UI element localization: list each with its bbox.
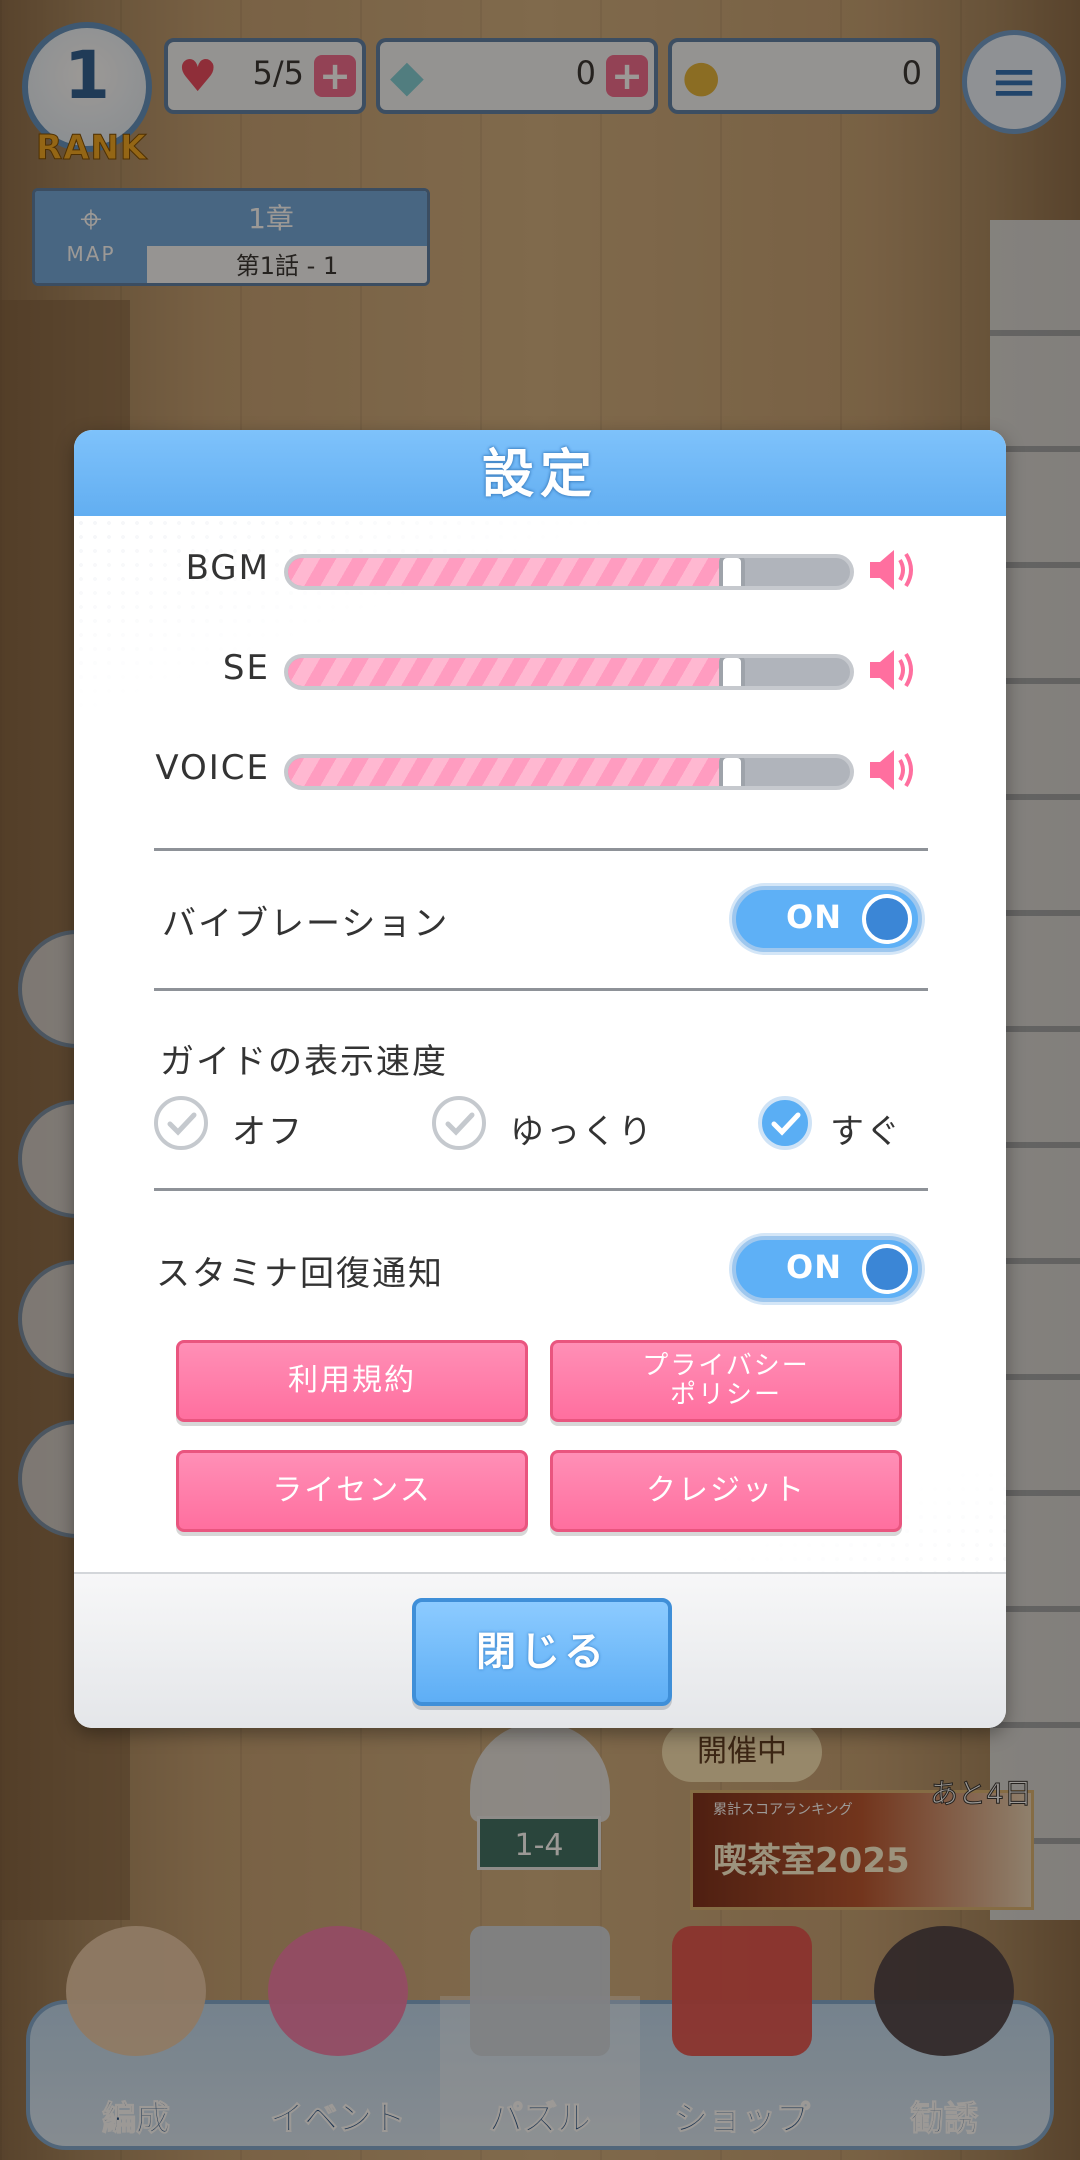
slider-fill <box>288 658 732 686</box>
dialog-header: 設定 <box>74 430 1006 516</box>
privacy-policy-button[interactable]: プライバシー ポリシー <box>550 1340 902 1422</box>
slider-fill <box>288 758 732 786</box>
speaker-icon[interactable] <box>866 746 920 794</box>
guide-speed-off-radio[interactable] <box>154 1096 208 1150</box>
slider-handle[interactable] <box>718 558 745 586</box>
divider <box>154 1188 928 1191</box>
check-icon <box>771 1112 801 1136</box>
check-icon <box>445 1112 475 1136</box>
voice-slider[interactable] <box>284 754 854 790</box>
toggle-knob <box>862 894 912 944</box>
vibration-toggle[interactable]: ON <box>732 886 922 952</box>
se-slider[interactable] <box>284 654 854 690</box>
license-button[interactable]: ライセンス <box>176 1450 528 1532</box>
guide-speed-slow-radio[interactable] <box>432 1096 486 1150</box>
slider-fill <box>288 558 732 586</box>
button-label: 利用規約 <box>288 1363 416 1398</box>
guide-speed-label: ガイドの表示速度 <box>160 1042 448 1082</box>
close-button[interactable]: 閉じる <box>412 1598 672 1706</box>
slider-handle[interactable] <box>718 658 745 686</box>
bgm-slider-row: BGM <box>74 540 1006 600</box>
slider-label: SE <box>222 648 270 688</box>
dialog-title: 設定 <box>481 445 598 505</box>
radio-label: すぐ <box>830 1112 902 1152</box>
stamina-notify-label: スタミナ回復通知 <box>156 1254 444 1294</box>
bgm-slider[interactable] <box>284 554 854 590</box>
terms-button[interactable]: 利用規約 <box>176 1340 528 1422</box>
slider-label: VOICE <box>155 748 270 788</box>
stamina-notify-toggle[interactable]: ON <box>732 1236 922 1302</box>
button-label: クレジット <box>646 1473 806 1508</box>
speaker-icon[interactable] <box>866 546 920 594</box>
credits-button[interactable]: クレジット <box>550 1450 902 1532</box>
speaker-icon[interactable] <box>866 646 920 694</box>
toggle-state: ON <box>786 898 842 936</box>
dialog-body: BGM SE VOICE バイブレーション ON ガイドの表示速度 オフ ゆっく… <box>74 516 1006 1656</box>
toggle-state: ON <box>786 1248 842 1286</box>
check-icon <box>167 1112 197 1136</box>
settings-dialog: 設定 BGM SE VOICE バイブレーション ON ガイドの表示速度 オフ … <box>74 430 1006 1728</box>
voice-slider-row: VOICE <box>74 740 1006 800</box>
vibration-label: バイブレーション <box>162 904 450 944</box>
guide-speed-instant-radio[interactable] <box>758 1096 812 1150</box>
divider <box>154 848 928 851</box>
divider <box>154 988 928 991</box>
button-label-line2: ポリシー <box>669 1380 782 1410</box>
radio-label: ゆっくり <box>510 1112 654 1152</box>
slider-handle[interactable] <box>718 758 745 786</box>
button-label-line1: プライバシー <box>642 1351 810 1381</box>
radio-label: オフ <box>232 1112 304 1152</box>
button-label: プライバシー ポリシー <box>642 1352 809 1410</box>
slider-label: BGM <box>185 548 270 588</box>
toggle-knob <box>862 1244 912 1294</box>
button-label: ライセンス <box>272 1473 432 1508</box>
se-slider-row: SE <box>74 640 1006 700</box>
